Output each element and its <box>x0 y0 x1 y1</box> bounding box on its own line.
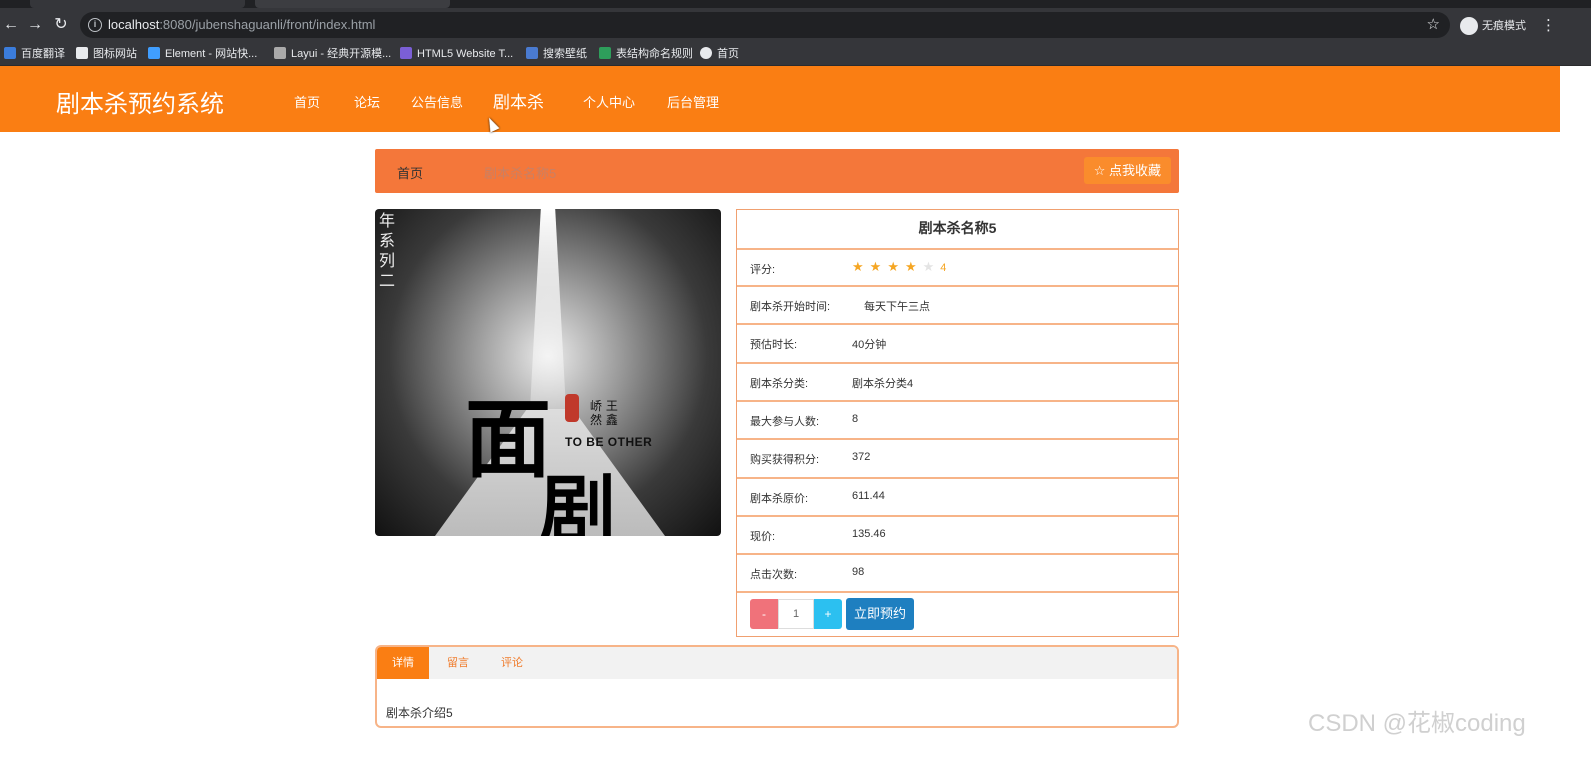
globe-icon <box>700 47 712 59</box>
breadcrumb: 首页 剧本杀名称5 ☆ 点我收藏 <box>375 149 1179 193</box>
bookmark-item[interactable]: 图标网站 <box>76 46 137 62</box>
detail-value: 8 <box>852 413 859 425</box>
breadcrumb-current: 剧本杀名称5 <box>484 166 557 181</box>
incognito-indicator[interactable]: 无痕模式 <box>1460 17 1526 36</box>
url-bar[interactable]: i localhost:8080/jubenshaguanli/front/in… <box>80 12 1450 38</box>
bookmark-item[interactable]: Element - 网站快... <box>148 46 257 62</box>
nav-home[interactable]: 首页 <box>294 92 320 111</box>
url-text[interactable]: localhost:8080/jubenshaguanli/front/inde… <box>108 17 375 32</box>
rating-label: 评分: <box>750 264 776 276</box>
detail-label: 剧本杀分类: <box>750 378 809 390</box>
cover-big-char-1: 面 <box>465 389 551 490</box>
watermark: CSDN @花椒coding <box>1308 710 1526 737</box>
bookmark-item[interactable]: Layui - 经典开源模... <box>274 46 391 62</box>
bookmark-item[interactable]: HTML5 Website T... <box>400 46 513 62</box>
tab-message[interactable]: 留言 <box>433 647 483 679</box>
detail-value: 剧本杀分类4 <box>852 378 914 390</box>
quantity-stepper: - + 立即预约 <box>737 591 1178 636</box>
bookmark-item[interactable]: 百度翻译 <box>4 46 65 62</box>
element-icon <box>148 47 160 59</box>
detail-row: 剧本杀分类: 剧本杀分类4 <box>737 362 1178 400</box>
detail-value: 98 <box>852 566 865 578</box>
rating-value: 4 <box>940 262 947 274</box>
favorite-button[interactable]: ☆ 点我收藏 <box>1083 157 1171 184</box>
bookmark-star-icon[interactable]: ☆ <box>1427 15 1440 33</box>
bookmark-item[interactable]: 搜索壁纸 <box>526 46 587 62</box>
browser-tab-active[interactable] <box>255 0 450 8</box>
detail-row: 购买获得积分: 372 <box>737 438 1178 476</box>
site-header: 剧本杀预约系统 首页 论坛 公告信息 剧本杀 个人中心 后台管理 <box>0 66 1560 132</box>
back-icon[interactable]: ← <box>2 16 20 34</box>
detail-label: 点击次数: <box>750 569 798 581</box>
doc-icon <box>599 47 611 59</box>
browser-menu-icon[interactable]: ⋮ <box>1541 17 1556 35</box>
browser-tab[interactable] <box>30 0 245 8</box>
quantity-input[interactable] <box>778 599 814 629</box>
detail-label: 现价: <box>750 531 776 543</box>
star-icon[interactable]: ★ <box>887 259 899 274</box>
detail-value: 372 <box>852 451 871 463</box>
cover-seal <box>565 394 579 422</box>
site-title[interactable]: 剧本杀预约系统 <box>56 84 224 119</box>
bookmarks-bar: 百度翻译 图标网站 Element - 网站快... Layui - 经典开源模… <box>0 42 1591 66</box>
detail-row: 现价: 135.46 <box>737 515 1178 553</box>
cover-big-char-2: 剧 <box>540 466 616 536</box>
nav-notice[interactable]: 公告信息 <box>411 92 463 111</box>
detail-value: 611.44 <box>852 490 885 502</box>
bookmark-item[interactable]: 首页 <box>700 46 739 62</box>
reload-icon[interactable]: ↻ <box>52 16 70 34</box>
detail-label: 剧本杀原价: <box>750 493 809 505</box>
browser-tabstrip <box>0 0 1591 8</box>
detail-value: 40分钟 <box>852 339 887 351</box>
site-info-icon[interactable]: i <box>88 18 102 32</box>
jubensha-name: 剧本杀名称5 <box>918 220 997 236</box>
tab-content-text: 剧本杀介绍5 <box>386 706 453 720</box>
wallpaper-icon <box>526 47 538 59</box>
detail-label: 预估时长: <box>750 339 798 351</box>
address-bar: ← → ↻ i localhost:8080/jubenshaguanli/fr… <box>0 8 1591 42</box>
nav-personal-center[interactable]: 个人中心 <box>583 92 635 111</box>
star-empty-icon[interactable]: ★ <box>923 259 935 274</box>
bookmark-item[interactable]: 表结构命名规则 <box>599 46 693 62</box>
detail-row: 剧本杀开始时间: 每天下午三点 <box>737 285 1178 323</box>
book-now-button[interactable]: 立即预约 <box>846 598 914 630</box>
nav-admin[interactable]: 后台管理 <box>667 92 719 111</box>
rating-row: 评分: ★ ★ ★ ★ ★ 4 <box>737 248 1178 286</box>
cover-caption: TO BE OTHER <box>565 435 653 449</box>
star-icon[interactable]: ★ <box>870 259 882 274</box>
html5-icon <box>400 47 412 59</box>
tab-detail[interactable]: 详情 <box>377 647 429 679</box>
detail-value: 135.46 <box>852 528 886 540</box>
translate-icon <box>4 47 16 59</box>
info-tabs: 详情 留言 评论 剧本杀介绍5 <box>375 645 1179 728</box>
detail-row: 点击次数: 98 <box>737 553 1178 591</box>
detail-label: 剧本杀开始时间: <box>750 301 831 313</box>
detail-row: 剧本杀原价: 611.44 <box>737 477 1178 515</box>
flag-icon <box>76 47 88 59</box>
forward-icon[interactable]: → <box>26 16 44 34</box>
detail-panel: 剧本杀名称5 评分: ★ ★ ★ ★ ★ 4 剧本杀开始时间: 每天下午三点 预估时长: … <box>736 209 1179 637</box>
breadcrumb-home[interactable]: 首页 <box>397 163 423 182</box>
nav-forum[interactable]: 论坛 <box>354 92 380 111</box>
decrement-button[interactable]: - <box>750 599 778 629</box>
rating-stars[interactable]: ★ ★ ★ ★ ★ 4 <box>852 259 946 275</box>
detail-row: 最大参与人数: 8 <box>737 400 1178 438</box>
nav-jubensha[interactable]: 剧本杀 <box>493 88 544 113</box>
tab-comment[interactable]: 评论 <box>487 647 537 679</box>
star-icon[interactable]: ★ <box>905 259 917 274</box>
cover-vertical-text: 年系列二 <box>379 211 396 290</box>
cover-names: 峤 王 然 鑫 <box>590 399 618 427</box>
tab-bar: 详情 留言 评论 <box>377 647 1177 679</box>
increment-button[interactable]: + <box>814 599 842 629</box>
detail-label: 购买获得积分: <box>750 454 820 466</box>
incognito-icon <box>1460 17 1478 36</box>
layui-icon <box>274 47 286 59</box>
detail-value: 每天下午三点 <box>864 301 930 313</box>
detail-label: 最大参与人数: <box>750 416 820 428</box>
star-icon[interactable]: ★ <box>852 259 864 274</box>
cover-image: 年系列二 面 剧 峤 王 然 鑫 TO BE OTHER <box>375 209 721 536</box>
detail-row: 预估时长: 40分钟 <box>737 323 1178 361</box>
